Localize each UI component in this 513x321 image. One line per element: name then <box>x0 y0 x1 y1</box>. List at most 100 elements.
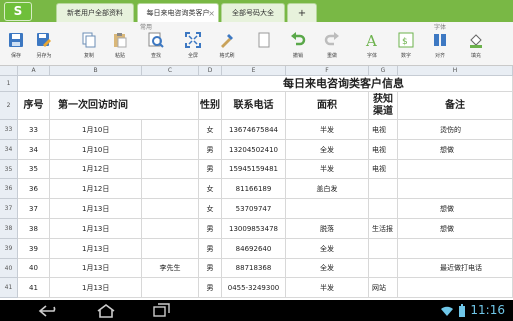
back-icon[interactable] <box>38 304 60 318</box>
cell-notes[interactable] <box>398 278 513 298</box>
column-header[interactable]: E <box>222 66 286 76</box>
cell-channel[interactable]: 电视 <box>369 120 398 140</box>
row-header[interactable]: 40 <box>0 259 18 278</box>
cell-area[interactable]: 全发 <box>286 140 369 160</box>
fullscreen-button[interactable]: 全屏 <box>181 30 205 64</box>
cell-gender[interactable]: 男 <box>199 278 222 298</box>
column-header[interactable]: A <box>18 66 50 76</box>
cell-channel[interactable]: 电视 <box>369 160 398 179</box>
cell-notes[interactable] <box>398 239 513 259</box>
header-cell-channel[interactable]: 获知渠道 <box>369 92 398 120</box>
cell-date[interactable]: 1月13日 <box>50 239 142 259</box>
cell-phone[interactable]: 84692640 <box>222 239 286 259</box>
cell-phone[interactable]: 13009853478 <box>222 219 286 239</box>
cell-area[interactable]: 脱落 <box>286 219 369 239</box>
cell-phone[interactable]: 81166189 <box>222 179 286 199</box>
cell-phone[interactable]: 88718368 <box>222 259 286 278</box>
cell-phone[interactable]: 13204502410 <box>222 140 286 160</box>
cell-index[interactable]: 38 <box>18 219 50 239</box>
home-icon[interactable] <box>96 304 116 318</box>
fill-button[interactable]: 填充 <box>464 30 488 64</box>
close-icon[interactable]: × <box>208 4 215 23</box>
cell-area[interactable]: 盖白发 <box>286 179 369 199</box>
cell-area[interactable]: 全发 <box>286 239 369 259</box>
cell-gender[interactable]: 男 <box>199 219 222 239</box>
align-button[interactable]: 对齐 <box>428 30 452 64</box>
cell-date[interactable]: 1月13日 <box>50 259 142 278</box>
cell-channel[interactable]: 电视 <box>369 140 398 160</box>
add-tab-button[interactable]: + <box>287 3 317 22</box>
paste-button[interactable]: 粘贴 <box>108 30 132 64</box>
app-logo[interactable]: S <box>4 2 32 21</box>
cell-gender[interactable]: 女 <box>199 120 222 140</box>
cell-phone[interactable]: 13674675844 <box>222 120 286 140</box>
recent-apps-icon[interactable] <box>152 303 172 318</box>
undo-button[interactable]: 撤销 <box>286 30 310 64</box>
cell-index[interactable]: 34 <box>18 140 50 160</box>
cell-phone[interactable]: 0455-3249300 <box>222 278 286 298</box>
font-button[interactable]: A 字体 <box>360 30 384 64</box>
row-header[interactable]: 38 <box>0 219 18 239</box>
row-header[interactable]: 37 <box>0 199 18 219</box>
row-header[interactable]: 1 <box>0 76 18 92</box>
cell-name[interactable] <box>142 278 199 298</box>
cell-area[interactable]: 半发 <box>286 120 369 140</box>
cell-index[interactable]: 39 <box>18 239 50 259</box>
cell-name[interactable] <box>142 140 199 160</box>
row-header[interactable]: 35 <box>0 160 18 179</box>
save-button[interactable]: 保存 <box>4 30 28 64</box>
cell-name[interactable] <box>142 199 199 219</box>
cell-index[interactable]: 33 <box>18 120 50 140</box>
column-header[interactable]: H <box>398 66 513 76</box>
cell-gender[interactable]: 男 <box>199 239 222 259</box>
cell-name[interactable] <box>142 219 199 239</box>
cell-index[interactable]: 35 <box>18 160 50 179</box>
blank-tool[interactable] <box>252 30 276 64</box>
cell-area[interactable]: 半发 <box>286 278 369 298</box>
cell-notes[interactable]: 想做 <box>398 219 513 239</box>
sheet-title[interactable]: 每日来电咨询类客户信息 <box>18 76 513 92</box>
cell-name[interactable] <box>142 160 199 179</box>
cell-phone[interactable]: 15945159481 <box>222 160 286 179</box>
row-header[interactable]: 41 <box>0 278 18 298</box>
column-header[interactable]: D <box>199 66 222 76</box>
header-cell-first-visit[interactable]: 第一次回访时间 <box>50 92 199 120</box>
cell-date[interactable]: 1月10日 <box>50 120 142 140</box>
header-cell-phone[interactable]: 联系电话 <box>222 92 286 120</box>
cell-gender[interactable]: 男 <box>199 160 222 179</box>
cell-notes[interactable]: 想做 <box>398 140 513 160</box>
row-header[interactable]: 34 <box>0 140 18 160</box>
redo-button[interactable]: 重做 <box>320 30 344 64</box>
cell-area[interactable] <box>286 199 369 219</box>
cell-name[interactable] <box>142 179 199 199</box>
cell-area[interactable]: 全发 <box>286 259 369 278</box>
select-all-corner[interactable] <box>0 66 18 76</box>
cell-channel[interactable] <box>369 179 398 199</box>
cell-gender[interactable]: 男 <box>199 259 222 278</box>
cell-channel[interactable]: 生活报 <box>369 219 398 239</box>
save-as-button[interactable]: 另存为 <box>32 30 56 64</box>
row-header[interactable]: 39 <box>0 239 18 259</box>
cell-date[interactable]: 1月13日 <box>50 219 142 239</box>
cell-name[interactable] <box>142 120 199 140</box>
find-button[interactable]: 查找 <box>144 30 168 64</box>
copy-button[interactable]: 复制 <box>77 30 101 64</box>
header-cell-index[interactable]: 序号 <box>18 92 50 120</box>
header-cell-notes[interactable]: 备注 <box>398 92 513 120</box>
number-button[interactable]: $ 数字 <box>394 30 418 64</box>
column-header[interactable]: G <box>369 66 398 76</box>
tab-new-old-users[interactable]: 新老用户全部资料 <box>56 3 134 22</box>
cell-area[interactable]: 半发 <box>286 160 369 179</box>
tab-all-numbers[interactable]: 全部号码大全 <box>221 3 285 22</box>
header-cell-gender[interactable]: 性别 <box>199 92 222 120</box>
row-header[interactable]: 36 <box>0 179 18 199</box>
column-header[interactable]: F <box>286 66 369 76</box>
cell-notes[interactable] <box>398 179 513 199</box>
cell-date[interactable]: 1月13日 <box>50 199 142 219</box>
cell-index[interactable]: 40 <box>18 259 50 278</box>
cell-notes[interactable]: 想做 <box>398 199 513 219</box>
row-header[interactable]: 33 <box>0 120 18 140</box>
cell-index[interactable]: 41 <box>18 278 50 298</box>
tab-daily-calls[interactable]: 每日来电咨询类客户 × <box>137 3 219 22</box>
cell-channel[interactable]: 网站 <box>369 278 398 298</box>
